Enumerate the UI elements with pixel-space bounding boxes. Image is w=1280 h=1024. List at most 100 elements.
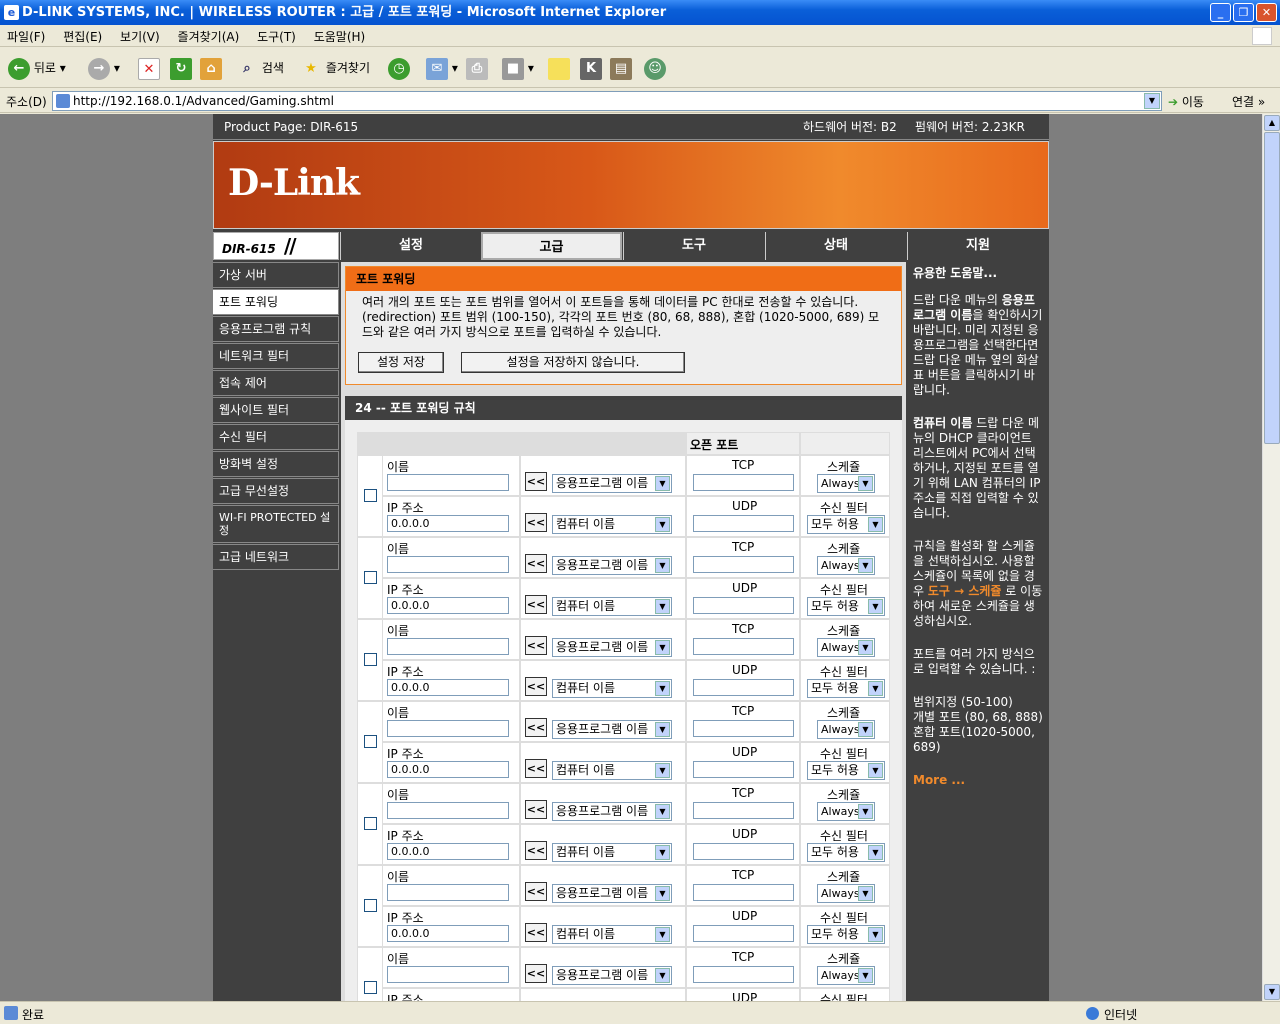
ip-input[interactable]: 0.0.0.0 (387, 597, 509, 614)
nav-port-forwarding[interactable]: 포트 포워딩 (213, 289, 339, 315)
menu-favorites[interactable]: 즐겨찾기(A) (171, 25, 247, 48)
app-name-select[interactable]: 응용프로그램 이름 ▼ (552, 556, 672, 575)
menu-file[interactable]: 파일(F) (0, 25, 52, 48)
pc-copy-button[interactable]: << (525, 595, 547, 614)
ip-input[interactable]: 0.0.0.0 (387, 679, 509, 696)
tools-schedule-link[interactable]: 도구 → 스케쥴 (928, 584, 1002, 598)
app-name-select[interactable]: 응용프로그램 이름 ▼ (552, 720, 672, 739)
save-settings-button[interactable]: 설정 저장 (358, 352, 444, 373)
pc-copy-button[interactable]: << (525, 841, 547, 860)
minimize-button[interactable]: _ (1210, 3, 1231, 22)
app-copy-button[interactable]: << (525, 554, 547, 573)
inbound-filter-select[interactable]: 모두 허용 ▼ (807, 761, 885, 780)
tab-tools[interactable]: 도구 (623, 232, 764, 260)
home-button[interactable]: ⌂ (200, 56, 222, 80)
tcp-ports-input[interactable] (693, 474, 794, 491)
go-button[interactable]: ➔ 이동 (1168, 93, 1204, 110)
edit-button[interactable]: ■ ▾ (502, 56, 534, 80)
scroll-down-icon[interactable]: ▼ (1264, 984, 1280, 1000)
app-copy-button[interactable]: << (525, 718, 547, 737)
tab-setup[interactable]: 설정 (340, 232, 481, 260)
rule-enable-checkbox[interactable] (364, 817, 377, 830)
more-link[interactable]: More ... (913, 773, 1045, 788)
rule-enable-checkbox[interactable] (364, 489, 377, 502)
scroll-up-icon[interactable]: ▲ (1264, 115, 1280, 131)
udp-ports-input[interactable] (693, 925, 794, 942)
name-input[interactable] (387, 556, 509, 573)
computer-name-select[interactable]: 컴퓨터 이름 ▼ (552, 843, 672, 862)
inbound-filter-select[interactable]: 모두 허용 ▼ (807, 925, 885, 944)
rule-enable-checkbox[interactable] (364, 653, 377, 666)
name-input[interactable] (387, 966, 509, 983)
ip-input[interactable]: 0.0.0.0 (387, 843, 509, 860)
tcp-ports-input[interactable] (693, 638, 794, 655)
computer-name-select[interactable]: 컴퓨터 이름 ▼ (552, 515, 672, 534)
ip-input[interactable]: 0.0.0.0 (387, 761, 509, 778)
nav-website-filter[interactable]: 웹사이트 필터 (213, 397, 339, 423)
dont-save-button[interactable]: 설정을 저장하지 않습니다. (461, 352, 685, 373)
tcp-ports-input[interactable] (693, 556, 794, 573)
pc-copy-button[interactable]: << (525, 923, 547, 942)
tab-status[interactable]: 상태 (765, 232, 906, 260)
inbound-filter-select[interactable]: 모두 허용 ▼ (807, 679, 885, 698)
app-name-select[interactable]: 응용프로그램 이름 ▼ (552, 884, 672, 903)
nav-advanced-network[interactable]: 고급 네트워크 (213, 544, 339, 570)
computer-name-select[interactable]: 컴퓨터 이름 ▼ (552, 925, 672, 944)
nav-inbound-filter[interactable]: 수신 필터 (213, 424, 339, 450)
tcp-ports-input[interactable] (693, 966, 794, 983)
vertical-scrollbar[interactable]: ▲ ▼ (1262, 114, 1280, 1001)
udp-ports-input[interactable] (693, 843, 794, 860)
app-copy-button[interactable]: << (525, 964, 547, 983)
schedule-select[interactable]: Always ▼ (817, 720, 875, 739)
address-input[interactable]: http://192.168.0.1/Advanced/Gaming.shtml… (52, 91, 1162, 111)
rule-enable-checkbox[interactable] (364, 899, 377, 912)
pc-copy-button[interactable]: << (525, 759, 547, 778)
app-name-select[interactable]: 응용프로그램 이름 ▼ (552, 638, 672, 657)
ip-input[interactable]: 0.0.0.0 (387, 925, 509, 942)
name-input[interactable] (387, 720, 509, 737)
schedule-select[interactable]: Always ▼ (817, 966, 875, 985)
nav-access-control[interactable]: 접속 제어 (213, 370, 339, 396)
menu-help[interactable]: 도움말(H) (307, 25, 373, 48)
app-copy-button[interactable]: << (525, 636, 547, 655)
tcp-ports-input[interactable] (693, 720, 794, 737)
rule-enable-checkbox[interactable] (364, 981, 377, 994)
menu-edit[interactable]: 편집(E) (56, 25, 109, 48)
tcp-ports-input[interactable] (693, 802, 794, 819)
schedule-select[interactable]: Always ▼ (817, 474, 875, 493)
schedule-select[interactable]: Always ▼ (817, 638, 875, 657)
favorites-button[interactable]: ★ 즐겨찾기 (300, 56, 370, 80)
computer-name-select[interactable]: 컴퓨터 이름 ▼ (552, 597, 672, 616)
stop-button[interactable]: ✕ (138, 56, 160, 80)
close-button[interactable]: ✕ (1256, 3, 1277, 22)
address-dropdown-icon[interactable]: ▼ (1144, 93, 1160, 109)
schedule-select[interactable]: Always ▼ (817, 556, 875, 575)
udp-ports-input[interactable] (693, 679, 794, 696)
menu-tools[interactable]: 도구(T) (250, 25, 303, 48)
nav-wifi-protected-setup[interactable]: WI-FI PROTECTED 설정 (213, 505, 339, 543)
menu-view[interactable]: 보기(V) (113, 25, 167, 48)
mail-button[interactable]: ✉ ▾ (426, 56, 458, 80)
print-button[interactable]: ⎙ (466, 56, 488, 80)
app-copy-button[interactable]: << (525, 472, 547, 491)
forward-button[interactable]: → ▾ (88, 56, 120, 80)
refresh-button[interactable]: ↻ (170, 56, 192, 80)
rule-enable-checkbox[interactable] (364, 571, 377, 584)
inbound-filter-select[interactable]: 모두 허용 ▼ (807, 597, 885, 616)
nav-application-rules[interactable]: 응용프로그램 규칙 (213, 316, 339, 342)
udp-ports-input[interactable] (693, 761, 794, 778)
tab-support[interactable]: 지원 (907, 232, 1048, 260)
nav-virtual-server[interactable]: 가상 서버 (213, 262, 339, 288)
udp-ports-input[interactable] (693, 515, 794, 532)
computer-name-select[interactable]: 컴퓨터 이름 ▼ (552, 761, 672, 780)
name-input[interactable] (387, 802, 509, 819)
nav-network-filter[interactable]: 네트워크 필터 (213, 343, 339, 369)
pc-copy-button[interactable]: << (525, 513, 547, 532)
maximize-button[interactable]: ❐ (1233, 3, 1254, 22)
links-button[interactable]: 연결 » (1232, 93, 1265, 110)
pc-copy-button[interactable]: << (525, 677, 547, 696)
back-button[interactable]: ← 뒤로 ▾ (8, 56, 66, 80)
name-input[interactable] (387, 474, 509, 491)
tab-advanced[interactable]: 고급 (481, 232, 622, 260)
name-input[interactable] (387, 884, 509, 901)
